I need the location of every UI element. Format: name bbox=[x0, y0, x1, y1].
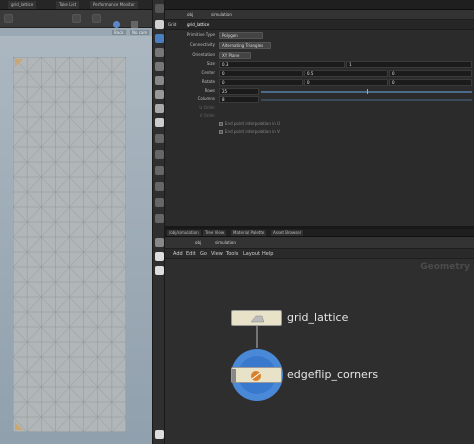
menu-add[interactable]: Add bbox=[173, 250, 183, 258]
lock-icon[interactable] bbox=[155, 48, 164, 57]
wireframe-icon[interactable] bbox=[155, 118, 164, 127]
columns-field[interactable]: 8 bbox=[219, 96, 259, 103]
rows-label: Rows bbox=[204, 88, 215, 93]
network-path-bar: obj simulation bbox=[165, 237, 474, 249]
context-watermark: Geometry bbox=[420, 262, 470, 272]
tab-take-list[interactable]: Take List bbox=[56, 1, 80, 9]
menu-edit[interactable]: Edit bbox=[186, 250, 196, 258]
grid-icon bbox=[250, 315, 265, 323]
tab-performance-monitor[interactable]: Performance Monitor bbox=[90, 1, 138, 9]
rotate-z-field[interactable]: 0 bbox=[389, 79, 472, 86]
tab-grid-lattice[interactable]: grid_lattice bbox=[8, 1, 37, 9]
path-obj[interactable]: obj bbox=[187, 12, 193, 18]
net-path-obj[interactable]: obj bbox=[195, 240, 201, 246]
rows-field[interactable]: 25 bbox=[219, 88, 259, 95]
houdini-window: grid_lattice Take List Performance Monit… bbox=[0, 0, 474, 444]
network-tab-bar: /obj/simulation Tree View Material Palet… bbox=[165, 229, 474, 237]
center-y-field[interactable]: 0.5 bbox=[304, 70, 388, 77]
center-label: Center bbox=[201, 70, 215, 75]
tab-asset-browser[interactable]: Asset Browser bbox=[271, 230, 304, 236]
v-order-label: V Order bbox=[199, 113, 215, 118]
primitive-type-dropdown[interactable]: Polygon bbox=[219, 32, 263, 39]
menu-view[interactable]: View bbox=[211, 250, 223, 258]
end-u-checkbox[interactable] bbox=[219, 122, 223, 126]
rotate-y-field[interactable]: 0 bbox=[304, 79, 388, 86]
viewport-side-toolbar bbox=[152, 0, 165, 444]
light-icon[interactable] bbox=[155, 182, 164, 191]
shading-icon[interactable] bbox=[155, 104, 164, 113]
display-icon[interactable] bbox=[155, 34, 164, 43]
node-edgeflip-corners-label[interactable]: edgeflip_corners bbox=[287, 368, 378, 381]
viewport-tab-bar: grid_lattice Take List Performance Monit… bbox=[0, 0, 152, 10]
primitive-type-label: Primitive Type bbox=[186, 32, 215, 37]
obj-button[interactable] bbox=[72, 14, 81, 23]
camera-chip[interactable]: No cam bbox=[130, 30, 150, 35]
node-header-row: Grid grid_lattice bbox=[165, 20, 474, 30]
rotate-label: Rotate bbox=[201, 79, 215, 84]
node-name-field[interactable]: grid_lattice bbox=[187, 22, 209, 28]
end-v-label: End point interpolation in V bbox=[225, 129, 280, 134]
back-chip[interactable]: Back bbox=[112, 30, 126, 35]
snap-icon[interactable] bbox=[155, 62, 164, 71]
tab-obj-simulation[interactable]: /obj/simulation bbox=[167, 230, 201, 236]
uv-icon[interactable] bbox=[155, 166, 164, 175]
select-tool-icon[interactable] bbox=[155, 4, 164, 13]
center-x-field[interactable]: 0 bbox=[219, 70, 303, 77]
menu-tools[interactable]: Tools bbox=[226, 250, 238, 258]
u-order-label: U Order bbox=[199, 105, 215, 110]
node-grid-lattice[interactable] bbox=[231, 310, 282, 326]
param-path-bar: obj simulation bbox=[165, 10, 474, 20]
path-node[interactable]: simulation bbox=[211, 12, 232, 18]
snapshot-icon[interactable] bbox=[155, 252, 164, 261]
param-tab-bar bbox=[165, 0, 474, 10]
node-type: Grid bbox=[168, 22, 177, 27]
abc-icon[interactable] bbox=[155, 238, 164, 247]
grid-geometry bbox=[13, 57, 126, 432]
tab-tree-view[interactable]: Tree View bbox=[203, 230, 227, 236]
geometry-icon[interactable] bbox=[155, 90, 164, 99]
size-x-field[interactable]: 0.3 bbox=[219, 61, 345, 68]
menu-layout[interactable]: Layout bbox=[243, 250, 260, 258]
size-y-field[interactable]: 1 bbox=[346, 61, 472, 68]
menu-go[interactable]: Go bbox=[200, 250, 207, 258]
orientation-label: Orientation bbox=[192, 52, 215, 57]
settings-icon[interactable] bbox=[130, 14, 139, 28]
node-connection-wire bbox=[256, 326, 258, 348]
network-editor[interactable]: /obj/simulation Tree View Material Palet… bbox=[165, 229, 474, 444]
size-label: Size bbox=[206, 61, 215, 66]
render-icon[interactable] bbox=[155, 430, 164, 439]
net-path-node[interactable]: simulation bbox=[215, 240, 236, 246]
parameter-pane: obj simulation Grid grid_lattice Primiti… bbox=[165, 0, 474, 226]
scene-viewport[interactable]: grid_lattice Take List Performance Monit… bbox=[0, 0, 152, 444]
node-grid-lattice-label[interactable]: grid_lattice bbox=[287, 311, 348, 324]
tab-material-palette[interactable]: Material Palette bbox=[231, 230, 267, 236]
columns-label: Columns bbox=[197, 96, 215, 101]
end-u-label: End point interpolation in U bbox=[225, 121, 280, 126]
handle-icon[interactable] bbox=[155, 76, 164, 85]
rows-slider-knob[interactable] bbox=[366, 89, 368, 94]
end-v-checkbox[interactable] bbox=[219, 130, 223, 134]
view-tool-icon[interactable] bbox=[155, 20, 164, 29]
display-button[interactable] bbox=[92, 14, 101, 23]
viewport-subbar: Back No cam bbox=[0, 28, 152, 36]
rotate-x-field[interactable]: 0 bbox=[219, 79, 303, 86]
camera-tool-icon[interactable] bbox=[155, 198, 164, 207]
points-icon[interactable] bbox=[155, 134, 164, 143]
orientation-dropdown[interactable]: XY Plane bbox=[219, 52, 251, 59]
columns-slider[interactable] bbox=[261, 99, 472, 101]
flipbook-icon[interactable] bbox=[155, 266, 164, 275]
network-menu-bar: Add Edit Go View Tools Layout Help bbox=[165, 249, 474, 259]
camera-icon[interactable] bbox=[112, 14, 121, 28]
visualizer-icon[interactable] bbox=[155, 214, 164, 223]
connectivity-dropdown[interactable]: Alternating Triangles bbox=[219, 42, 271, 49]
node-edgeflip-corners[interactable] bbox=[231, 367, 282, 383]
connectivity-label: Connectivity bbox=[189, 42, 215, 47]
menu-help[interactable]: Help bbox=[262, 250, 273, 258]
edgeflip-icon bbox=[232, 369, 261, 383]
viewport-toolbar bbox=[0, 10, 152, 28]
center-z-field[interactable]: 0 bbox=[389, 70, 472, 77]
normals-icon[interactable] bbox=[155, 150, 164, 159]
view-button[interactable] bbox=[4, 14, 13, 23]
